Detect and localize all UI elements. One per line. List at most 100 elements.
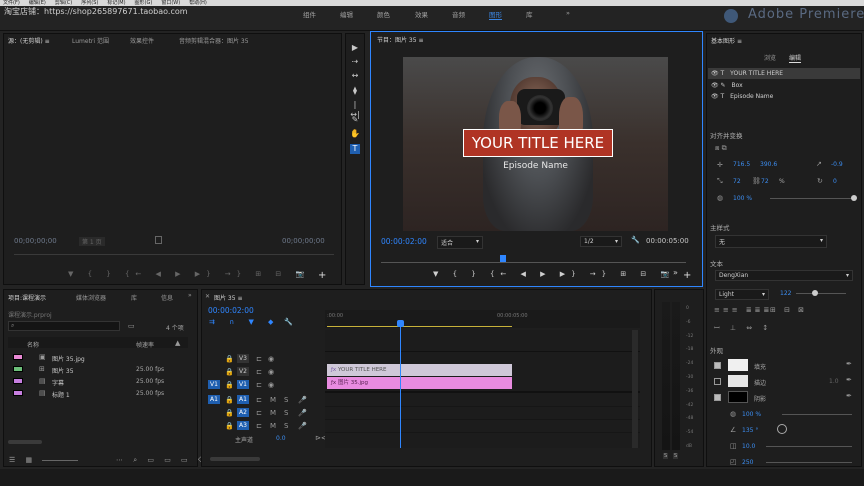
shadow-distance[interactable]: 10.0 [742,443,755,450]
text-metric-icons[interactable]: ꟷ ⊥ ⇔ ↕ [714,324,772,333]
tab-media-browser[interactable]: 媒体浏览器 [76,293,106,302]
angle-dial-icon[interactable] [777,424,787,434]
zoom-slider[interactable] [42,460,78,461]
scale-height[interactable]: 72 [761,178,769,185]
stroke-swatch[interactable] [728,375,748,387]
workspace-assembly[interactable]: 组件 [303,9,316,19]
add-button-program-icon[interactable]: + [683,270,691,281]
position-y[interactable]: 390.6 [760,161,777,168]
paragraph-align-icons[interactable]: ≡≡≡ ≣≣≣ [714,306,772,314]
source-timecode-right[interactable]: 00;00;00;00 [282,237,325,245]
ripple-edit-tool-icon[interactable]: ↔ [350,71,360,81]
quality-select[interactable]: 1/2 ▾ [580,236,622,247]
lock-icon[interactable]: 🔒 [225,409,234,417]
font-weight-select[interactable]: Light ▾ [715,289,769,300]
workspace-color[interactable]: 颜色 [377,9,390,19]
track-label-v2[interactable]: V2 [237,367,249,376]
tab-info[interactable]: 信息 [161,293,173,302]
eye-icon[interactable]: ◉ [268,381,274,389]
solo-icon[interactable]: S [284,409,288,417]
mic-icon[interactable]: 🎤 [298,409,307,417]
timeline-close-icon[interactable]: ✕ [205,293,210,300]
episode-overlay[interactable]: Episode Name [403,161,668,171]
work-area-bar[interactable] [327,326,512,327]
clip-title[interactable]: ƒx YOUR TITLE HERE [327,364,512,376]
shadow-swatch[interactable] [728,391,748,403]
program-monitor-title[interactable]: 节目：图片 35 ≡ [377,35,424,44]
lock-icon[interactable]: 🔒 [225,368,234,376]
mute-icon[interactable]: M [270,409,276,417]
title-overlay[interactable]: YOUR TITLE HERE [463,129,613,157]
shadow-angle[interactable]: 135 ° [742,427,758,434]
sync-icon[interactable]: ⊏ [256,355,262,363]
font-select[interactable]: DengXian ▾ [715,270,853,281]
link-scale-icon[interactable]: ⛓ [752,177,761,185]
selection-tool-icon[interactable]: ▶ [350,43,360,53]
essential-graphics-title[interactable]: 基本图形 ≡ [711,36,742,45]
shadow-distance-slider[interactable] [766,446,852,447]
eye-icon[interactable]: ◉ [268,355,274,363]
shadow-size[interactable]: 250 [742,459,753,466]
mute-icon[interactable]: M [270,396,276,404]
list-item[interactable]: ⊞ 图片 35 25.00 fps [8,364,188,375]
timeline-zoom-scrollbar[interactable] [210,457,260,461]
tab-lumetri-scopes[interactable]: Lumetri 范围 [72,36,109,45]
playhead-line[interactable] [400,326,401,448]
shadow-checkbox[interactable] [714,394,721,401]
column-name[interactable]: 名称 [27,340,39,349]
layer-row-episode[interactable]: 👁 T Episode Name [711,93,773,100]
workspace-libraries[interactable]: 库 [526,9,533,19]
shadow-opacity-slider[interactable] [782,414,852,415]
source-page-select[interactable]: 第 1 页 [79,237,105,246]
meter-solo-left[interactable]: S [663,453,669,459]
workspace-audio[interactable]: 音频 [452,9,465,19]
mute-icon[interactable]: M [270,422,276,430]
tab-project[interactable]: 项目:课程演示 [8,293,46,302]
track-label-a1[interactable]: A1 [237,395,249,404]
track-label-v1[interactable]: V1 [237,380,249,389]
tab-browse[interactable]: 浏览 [764,53,776,62]
tab-source[interactable]: 源：(无剪辑) ≡ [8,36,50,45]
project-view-icons[interactable]: ☰ ▦ [9,456,36,464]
layer-row-box[interactable]: 👁 ✎ Box [711,82,743,89]
track-label-a3[interactable]: A3 [237,421,249,430]
column-frame-rate[interactable]: 帧速率 [136,340,154,349]
master-value[interactable]: 0.0 [276,435,286,442]
sync-icon[interactable]: ⊏ [256,381,262,389]
lock-icon[interactable]: 🔒 [225,396,234,404]
sync-icon[interactable]: ⊏ [256,409,262,417]
font-size-value[interactable]: 122 [780,290,791,297]
sync-icon[interactable]: ⊏ [256,422,262,430]
stroke-width[interactable]: 1.0 [829,378,839,385]
eye-icon[interactable]: ◉ [268,368,274,376]
align-icons[interactable]: ⧈ ⧉ [715,144,727,153]
lock-icon[interactable]: 🔒 [225,381,234,389]
workspace-editing[interactable]: 编辑 [340,9,353,19]
project-scrollbar[interactable] [8,440,42,444]
tab-libraries[interactable]: 库 [131,293,137,302]
sync-icon[interactable]: ⊏ [256,396,262,404]
workspace-effects[interactable]: 效果 [415,9,428,19]
settings-icon[interactable] [155,236,162,244]
eyedropper-icon[interactable]: ✒ [846,392,852,400]
track-select-tool-icon[interactable]: ⇢ [350,57,360,67]
wrench-icon[interactable]: 🔧 [631,236,640,244]
pen-tool-icon[interactable]: ✎ [350,115,360,125]
shadow-opacity[interactable]: 100 % [742,411,761,418]
slip-tool-icon[interactable]: |↔| [350,100,360,119]
workspace-graphics[interactable]: 图形 [489,9,502,20]
eyedropper-icon[interactable]: ✒ [846,376,852,384]
eyedropper-icon[interactable]: ✒ [846,360,852,368]
timeline-tab[interactable]: 图片 35 ≡ [214,293,243,302]
rotation-value[interactable]: 0 [833,178,837,185]
lock-icon[interactable]: 🔒 [225,422,234,430]
text-layout-icons[interactable]: ⊞ ⊟ ⊠ [770,306,807,314]
eye-icon[interactable]: 👁 [711,70,719,77]
timeline-vertical-scrollbar[interactable] [632,330,638,448]
new-bin-icon[interactable]: ▭ [128,322,135,330]
source-patch-v1[interactable]: V1 [208,380,220,389]
program-transport-controls[interactable]: ▼ { } {← ◀ ▶ ▶} →} ⊞ ⊟ 📷 [433,270,675,278]
timeline-wrench-icon[interactable]: 🔧 [284,318,293,326]
opacity-slider-thumb[interactable] [851,195,857,201]
scale-width[interactable]: 72 [733,178,741,185]
